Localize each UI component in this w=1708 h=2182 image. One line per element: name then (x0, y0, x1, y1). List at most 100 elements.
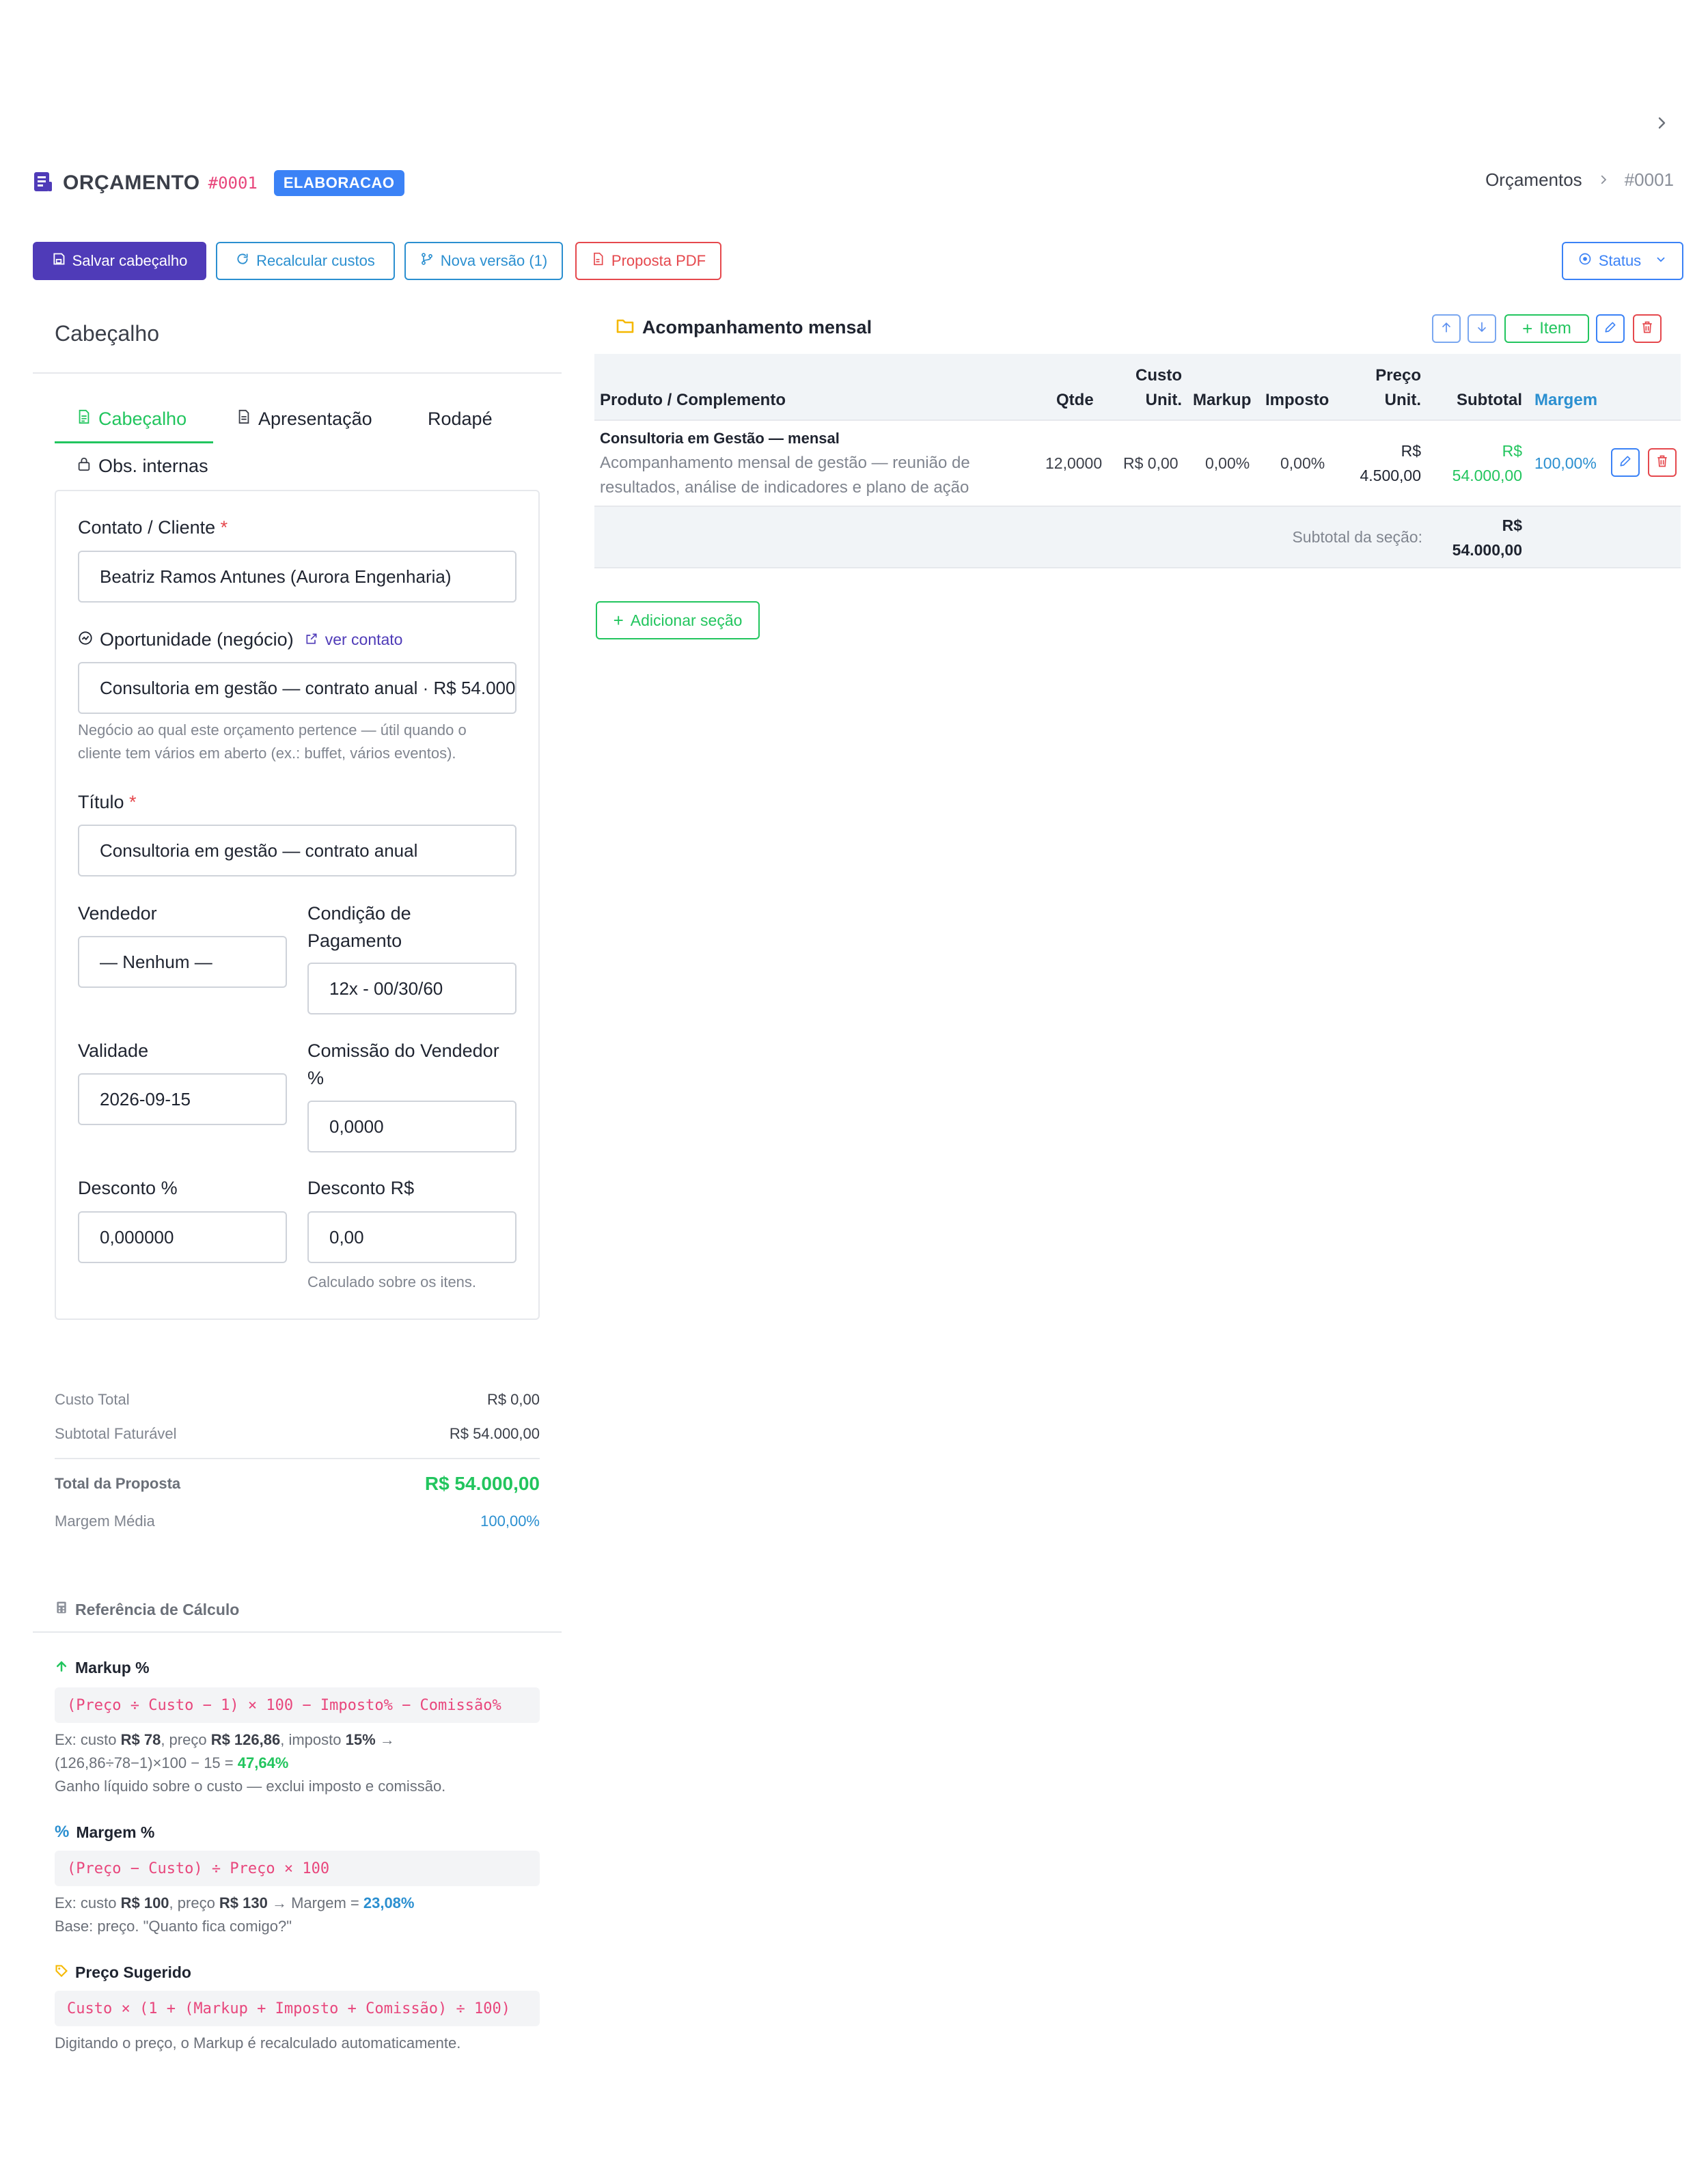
divider (33, 1631, 562, 1633)
discount-pct-label: Desconto % (78, 1178, 178, 1198)
opportunity-field[interactable]: Consultoria em gestão — contrato anual ·… (78, 662, 516, 714)
col-qty: Qtde (1056, 391, 1094, 409)
discount-pct-field[interactable]: 0,000000 (78, 1211, 287, 1263)
item-price: R$ 4.500,00 (1360, 442, 1421, 484)
active-tab-indicator (55, 441, 213, 443)
discount-help: Calculado sobre os itens. (307, 1273, 477, 1290)
payment-field[interactable]: 12x - 00/30/60 (307, 963, 516, 1014)
seller-label: Vendedor (78, 903, 157, 924)
document-icon (77, 409, 92, 430)
move-down-button[interactable] (1468, 314, 1496, 343)
margin-title: % Margem % (55, 1823, 155, 1841)
suggested-price-formula: Custo × (1 + (Markup + Imposto + Comissã… (55, 1991, 540, 2026)
markup-formula: (Preço ÷ Custo − 1) × 100 − Imposto% − C… (55, 1687, 540, 1723)
section-subtotal-label: Subtotal da seção: (1292, 528, 1422, 546)
reference-title: Referência de Cálculo (55, 1600, 239, 1619)
commission-label: Comissão do Vendedor% (307, 1040, 499, 1088)
breadcrumb: Orçamentos #0001 (1485, 169, 1674, 191)
page-title-text: ORÇAMENTO (63, 171, 200, 194)
divider (55, 1458, 540, 1459)
opportunity-label: Oportunidade (negócio) ver contato (78, 626, 402, 653)
col-margin: Margem (1534, 391, 1598, 409)
pdf-file-icon (591, 252, 605, 270)
tab-obs-internas[interactable]: Obs. internas (77, 456, 208, 477)
chevron-down-icon (1655, 252, 1667, 270)
discount-rs-field[interactable]: 0,00 (307, 1211, 516, 1263)
edit-section-button[interactable] (1596, 314, 1625, 343)
move-up-button[interactable] (1432, 314, 1461, 343)
new-version-button[interactable]: Nova versão (1) (404, 242, 563, 280)
proposal-pdf-button[interactable]: Proposta PDF (575, 242, 721, 280)
tab-apresentacao[interactable]: Apresentação (236, 409, 372, 430)
view-contact-link[interactable]: ver contato (325, 626, 403, 653)
item-cost: R$ 0,00 (1123, 454, 1179, 472)
validity-field[interactable]: 2026-09-15 (78, 1073, 287, 1125)
item-qty: 12,0000 (1045, 454, 1103, 472)
breadcrumb-parent[interactable]: Orçamentos (1485, 169, 1582, 191)
col-subtotal: Subtotal (1457, 391, 1522, 409)
delete-section-button[interactable] (1633, 314, 1662, 343)
tab-cabecalho[interactable]: Cabeçalho (77, 409, 187, 430)
breadcrumb-current: #0001 (1624, 169, 1674, 190)
title-field[interactable]: Consultoria em gestão — contrato anual (78, 825, 516, 876)
contact-field[interactable]: Beatriz Ramos Antunes (Aurora Engenharia… (78, 551, 516, 603)
add-section-button[interactable]: + Adicionar seção (596, 601, 760, 639)
markup-example: Ex: custo R$ 78, preço R$ 126,86, impost… (55, 1731, 446, 1795)
validity-label: Validade (78, 1040, 149, 1061)
col-price: Preço Unit. (1375, 366, 1421, 409)
tag-icon (55, 1963, 68, 1982)
tab-rodape[interactable]: Rodapé (428, 409, 493, 430)
folder-icon (616, 318, 634, 337)
quote-number: #0001 (208, 174, 258, 193)
suggested-price-title: Preço Sugerido (55, 1963, 191, 1982)
recalculate-costs-button[interactable]: Recalcular custos (216, 242, 395, 280)
commission-field[interactable]: 0,0000 (307, 1101, 516, 1152)
margin-example: Ex: custo R$ 100, preço R$ 130 → Margem … (55, 1894, 415, 1935)
calculator-icon (55, 1600, 68, 1619)
status-badge: ELABORACAO (273, 170, 404, 196)
pencil-icon (1619, 454, 1632, 471)
item-tax: 0,00% (1280, 454, 1325, 472)
title-label: Título * (78, 792, 137, 812)
save-header-button[interactable]: Salvar cabeçalho (33, 242, 206, 280)
status-circle-icon (1578, 252, 1592, 270)
contact-label: Contato / Cliente * (78, 517, 228, 538)
markup-title: Markup % (55, 1659, 150, 1677)
refresh-icon (236, 252, 249, 270)
document-list-icon (33, 171, 53, 196)
edit-item-button[interactable] (1611, 448, 1640, 477)
summary-total: Total da Proposta R$ 54.000,00 (55, 1473, 540, 1494)
opportunity-help: Negócio ao qual este orçamento pertence … (78, 721, 467, 762)
arrow-up-icon (55, 1659, 68, 1677)
plus-icon: + (1522, 318, 1533, 339)
percent-icon: % (55, 1823, 70, 1841)
payment-label: Condição de Pagamento (307, 903, 411, 951)
section-title: Acompanhamento mensal (642, 317, 872, 337)
col-tax: Imposto (1265, 391, 1330, 409)
arrow-down-icon (1475, 320, 1489, 337)
item-margin: 100,00% (1534, 454, 1597, 472)
lock-icon (77, 456, 92, 477)
section-header: Acompanhamento mensal (616, 317, 872, 338)
page-title: ORÇAMENTO #0001 ELABORACAO (33, 166, 404, 200)
add-item-button[interactable]: + Item (1504, 314, 1589, 343)
arrow-up-icon (1440, 320, 1453, 337)
item-subtotal: R$ 54.000,00 (1452, 442, 1522, 484)
item-name: Consultoria em Gestão — mensal (600, 430, 840, 447)
pencil-icon (1603, 320, 1617, 337)
seller-select[interactable]: — Nenhum — (78, 936, 287, 988)
chevron-right-icon (1597, 169, 1610, 191)
col-product: Produto / Complemento (600, 391, 786, 409)
external-link-icon[interactable] (305, 626, 318, 653)
summary-subtotal: Subtotal Faturável R$ 54.000,00 (55, 1425, 540, 1442)
item-markup: 0,00% (1205, 454, 1250, 472)
git-branch-icon (420, 252, 434, 270)
trash-icon (1640, 320, 1654, 337)
status-dropdown[interactable]: Status (1562, 242, 1683, 280)
file-text-icon (236, 409, 251, 430)
summary-margin: Margem Média 100,00% (55, 1513, 540, 1530)
delete-item-button[interactable] (1648, 448, 1677, 477)
chevron-right-icon[interactable] (1653, 115, 1670, 131)
trash-icon (1655, 454, 1669, 471)
summary-cost: Custo Total R$ 0,00 (55, 1391, 540, 1408)
